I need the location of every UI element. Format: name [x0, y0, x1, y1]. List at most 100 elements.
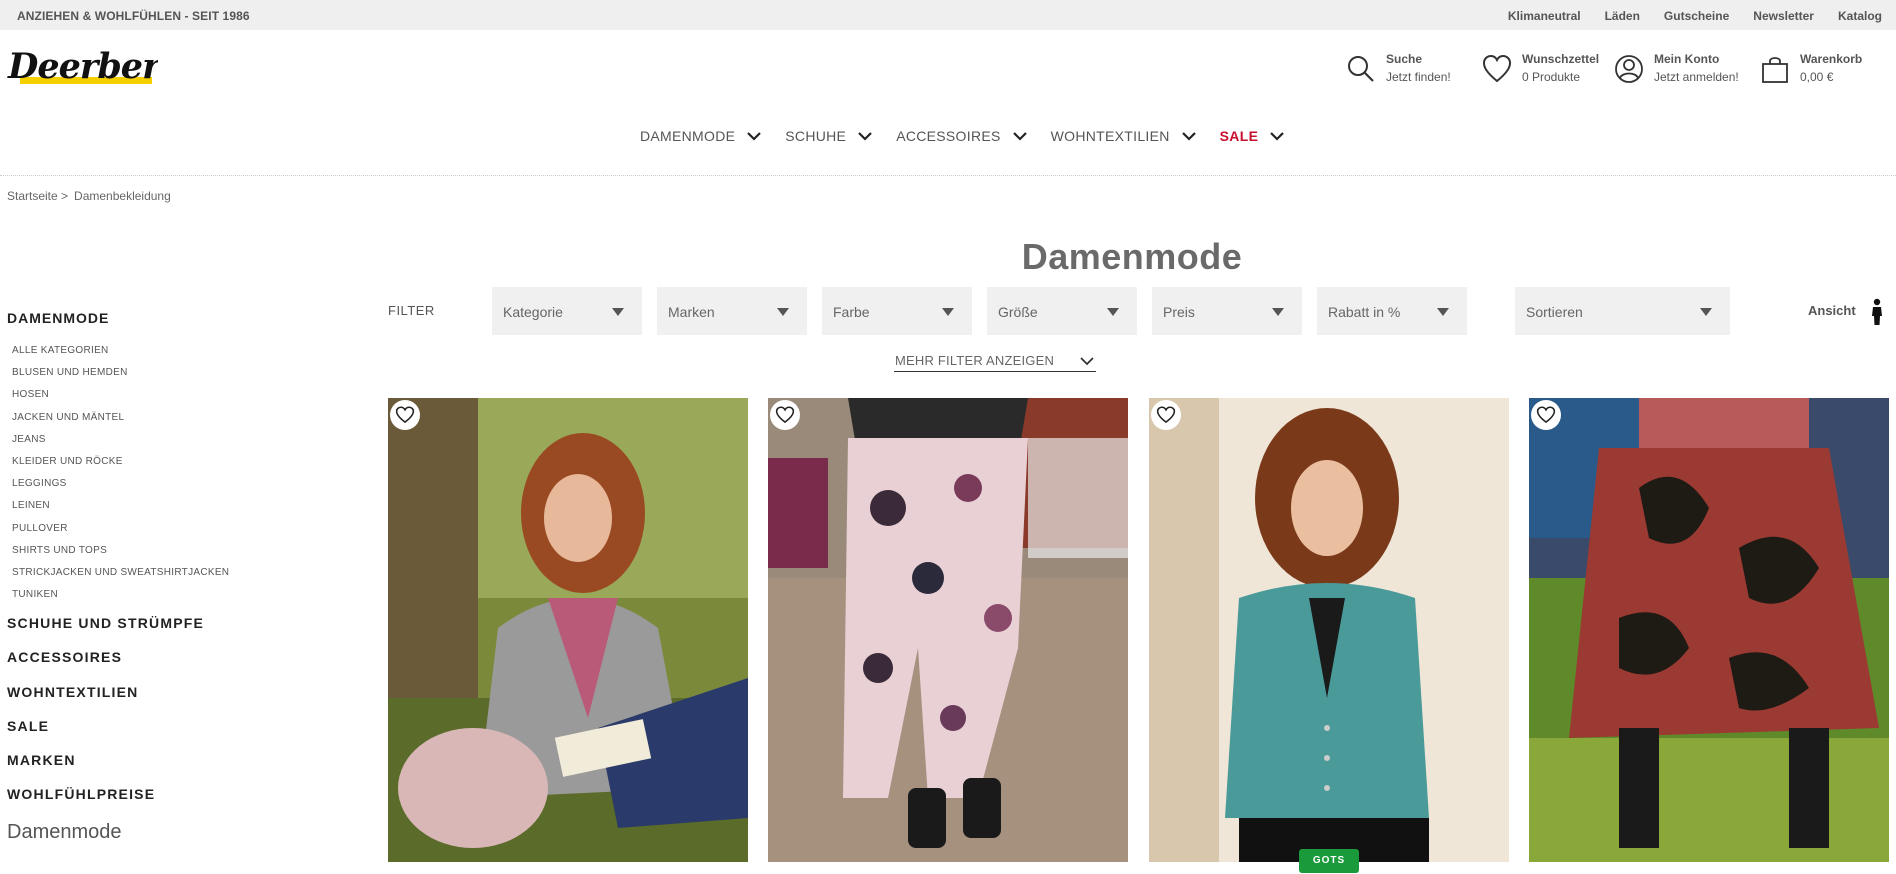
filter-kategorie[interactable]: Kategorie: [492, 287, 642, 335]
search-icon: [1348, 56, 1374, 82]
dropdown-arrow-icon: [1272, 308, 1284, 316]
sidebar-cat-wohntextilien[interactable]: WOHNTEXTILIEN: [7, 675, 307, 709]
chevron-down-icon: [1181, 132, 1196, 141]
dropdown-arrow-icon: [1437, 308, 1449, 316]
sidebar-item-leinen[interactable]: LEINEN: [12, 495, 307, 517]
sidebar-item-pullover[interactable]: PULLOVER: [12, 518, 307, 540]
sidebar-heading[interactable]: DAMENMODE: [7, 310, 307, 326]
main-nav: DAMENMODE SCHUHE ACCESSOIRES WOHNTEXTILI…: [640, 124, 1308, 148]
top-bar: ANZIEHEN & WOHLFÜHLEN - SEIT 1986 Kliman…: [0, 0, 1896, 30]
dropdown-arrow-icon: [1107, 308, 1119, 316]
sidebar-item-jacken[interactable]: JACKEN UND MÄNTEL: [12, 407, 307, 429]
filter-label-text: Marken: [668, 304, 715, 320]
toplink-gutscheine[interactable]: Gutscheine: [1664, 9, 1729, 23]
nav-sale[interactable]: SALE: [1220, 124, 1285, 148]
gots-badge: GOTS: [1299, 849, 1359, 873]
nav-label: SCHUHE: [785, 128, 847, 144]
sort-label: Sortieren: [1526, 304, 1583, 320]
nav-label: ACCESSOIRES: [896, 128, 1001, 144]
header-actions: Suche Jetzt finden! Wunschzettel 0 Produ…: [1346, 50, 1886, 90]
toplink-klimaneutral[interactable]: Klimaneutral: [1508, 9, 1581, 23]
filter-marken[interactable]: Marken: [657, 287, 807, 335]
dropdown-arrow-icon: [777, 308, 789, 316]
sidebar-cat-schuhe[interactable]: SCHUHE UND STRÜMPFE: [7, 606, 307, 640]
sidebar-item-leggings[interactable]: LEGGINGS: [12, 473, 307, 495]
deerberg-logo[interactable]: Deerberg: [6, 44, 158, 94]
wishlist-title: Wunschzettel: [1522, 52, 1600, 66]
product-tile[interactable]: [1529, 398, 1889, 862]
more-filters-toggle[interactable]: MEHR FILTER ANZEIGEN: [894, 352, 1096, 372]
account-title: Mein Konto: [1654, 52, 1720, 66]
sidebar-item-shirts[interactable]: SHIRTS UND TOPS: [12, 540, 307, 562]
cart-subtitle: 0,00 €: [1800, 70, 1834, 84]
toplink-newsletter[interactable]: Newsletter: [1753, 9, 1814, 23]
sidebar-item-kleider[interactable]: KLEIDER UND RÖCKE: [12, 451, 307, 473]
heart-icon: [775, 406, 795, 424]
product-tile[interactable]: [388, 398, 748, 862]
nav-accessoires[interactable]: ACCESSOIRES: [896, 124, 1027, 148]
sidebar-cat-sale[interactable]: SALE: [7, 709, 307, 743]
product-image-teal-cardigan: [1149, 398, 1509, 862]
breadcrumb-home[interactable]: Startseite >: [7, 189, 68, 203]
wishlist-toggle[interactable]: [390, 400, 420, 430]
search-action[interactable]: Suche Jetzt finden!: [1346, 50, 1456, 90]
sidebar-item-hosen[interactable]: HOSEN: [12, 384, 307, 406]
nav-divider: [0, 175, 1896, 176]
top-links: Klimaneutral Läden Gutscheine Newsletter…: [1508, 9, 1882, 23]
wishlist-action[interactable]: Wunschzettel 0 Produkte: [1482, 50, 1602, 90]
dropdown-arrow-icon: [612, 308, 624, 316]
sidebar-item-jeans[interactable]: JEANS: [12, 429, 307, 451]
search-title: Suche: [1386, 52, 1423, 66]
svg-text:Deerberg: Deerberg: [7, 46, 158, 87]
sidebar-cat-marken[interactable]: MARKEN: [7, 743, 307, 777]
sidebar-item-strickjacken[interactable]: STRICKJACKEN UND SWEATSHIRTJACKEN: [12, 562, 307, 584]
account-subtitle: Jetzt anmelden!: [1654, 70, 1739, 84]
filter-label-text: Kategorie: [503, 304, 563, 320]
cart-action[interactable]: Warenkorb 0,00 €: [1760, 50, 1870, 90]
toplink-katalog[interactable]: Katalog: [1838, 9, 1882, 23]
toplink-laeden[interactable]: Läden: [1605, 9, 1640, 23]
sidebar-cat-accessoires[interactable]: ACCESSOIRES: [7, 640, 307, 674]
nav-schuhe[interactable]: SCHUHE: [785, 124, 872, 148]
filter-preis[interactable]: Preis: [1152, 287, 1302, 335]
filter-farbe[interactable]: Farbe: [822, 287, 972, 335]
filter-label-text: Rabatt in %: [1328, 304, 1401, 320]
sidebar-item-alle-kategorien[interactable]: ALLE KATEGORIEN: [12, 340, 307, 362]
sidebar-cat-wohlfuehlpreise[interactable]: WOHLFÜHLPREISE: [7, 777, 307, 811]
sidebar-item-blusen[interactable]: BLUSEN UND HEMDEN: [12, 362, 307, 384]
product-tile[interactable]: [1149, 398, 1509, 862]
breadcrumb-current[interactable]: Damenbekleidung: [74, 189, 171, 203]
view-label[interactable]: Ansicht: [1808, 303, 1856, 318]
heart-icon: [1536, 406, 1556, 424]
wishlist-toggle[interactable]: [770, 400, 800, 430]
category-sidebar: DAMENMODE ALLE KATEGORIEN BLUSEN UND HEM…: [7, 310, 307, 844]
dropdown-arrow-icon: [942, 308, 954, 316]
sidebar-item-tuniken[interactable]: TUNIKEN: [12, 584, 307, 606]
nav-label: DAMENMODE: [640, 128, 736, 144]
heart-icon: [1156, 406, 1176, 424]
nav-wohntextilien[interactable]: WOHNTEXTILIEN: [1051, 124, 1196, 148]
filter-label-text: Größe: [998, 304, 1038, 320]
account-action[interactable]: Mein Konto Jetzt anmelden!: [1614, 50, 1744, 90]
heart-icon: [395, 406, 415, 424]
sidebar-subcategories: ALLE KATEGORIEN BLUSEN UND HEMDEN HOSEN …: [12, 340, 307, 606]
filter-rabatt[interactable]: Rabatt in %: [1317, 287, 1467, 335]
nav-label: WOHNTEXTILIEN: [1050, 128, 1170, 144]
nav-damenmode[interactable]: DAMENMODE: [640, 124, 762, 148]
nav-label: SALE: [1219, 128, 1259, 144]
product-tile[interactable]: [768, 398, 1128, 862]
sort-select[interactable]: Sortieren: [1515, 287, 1730, 335]
wishlist-toggle[interactable]: [1151, 400, 1181, 430]
dropdown-arrow-icon: [1700, 308, 1712, 316]
heart-icon: [1482, 54, 1512, 83]
filter-label: FILTER: [388, 303, 435, 318]
chevron-down-icon: [747, 132, 762, 141]
page-title: Damenmode: [1021, 236, 1243, 277]
wishlist-toggle[interactable]: [1531, 400, 1561, 430]
breadcrumb: Startseite > Damenbekleidung: [7, 189, 171, 203]
chevron-down-icon: [1270, 132, 1284, 141]
person-view-icon[interactable]: [1870, 298, 1884, 326]
cart-title: Warenkorb: [1800, 52, 1863, 66]
chevron-down-icon: [858, 132, 872, 141]
filter-groesse[interactable]: Größe: [987, 287, 1137, 335]
